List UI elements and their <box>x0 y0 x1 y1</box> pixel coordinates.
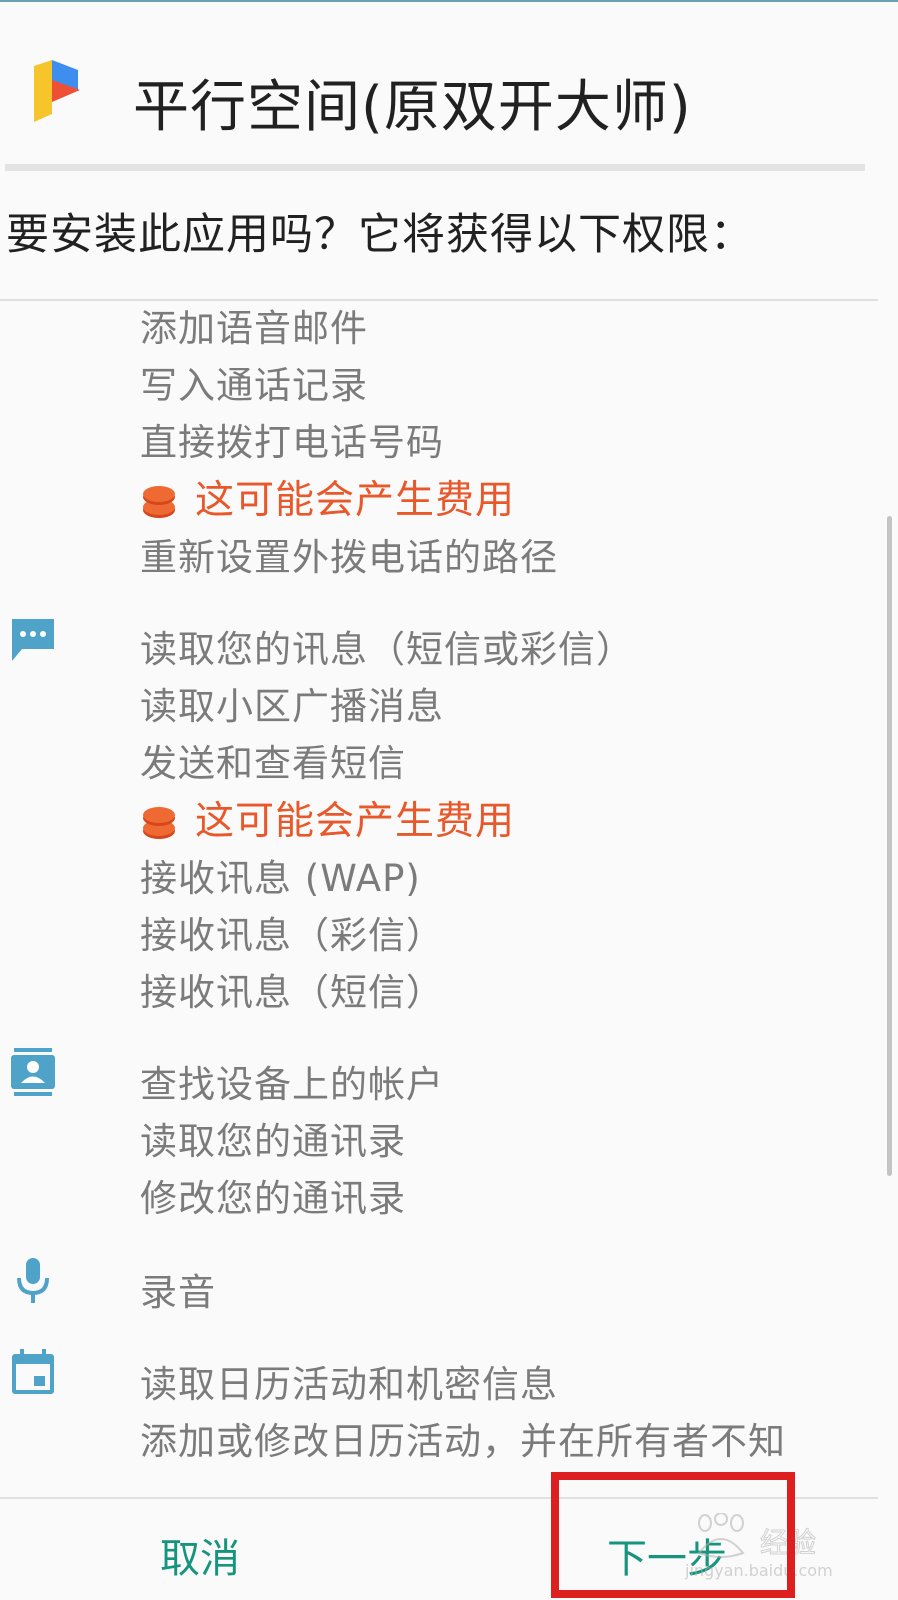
permission-item: 读取您的通讯录 <box>140 1120 406 1163</box>
app-header: 平行空间(原双开大师) <box>0 40 898 170</box>
permission-item: 直接拨打电话号码 <box>140 421 444 464</box>
permission-item: 发送和查看短信 <box>140 742 406 785</box>
app-title: 平行空间(原双开大师) <box>133 75 692 140</box>
coins-icon <box>143 486 175 518</box>
permission-item: 添加或修改日历活动，并在所有者不知 <box>140 1420 786 1463</box>
scrollbar[interactable] <box>887 516 892 1176</box>
permission-item: 接收讯息（短信） <box>140 971 444 1014</box>
message-icon <box>12 619 54 661</box>
permission-item: 录音 <box>140 1271 216 1314</box>
permission-item: 重新设置外拨电话的路径 <box>140 536 558 579</box>
permission-item: 写入通话记录 <box>140 364 368 407</box>
header-divider <box>5 164 865 171</box>
cost-warning-text: 这可能会产生费用 <box>195 799 516 844</box>
permission-item: 读取小区广播消息 <box>140 685 444 728</box>
permission-item: 接收讯息 (WAP) <box>140 857 421 900</box>
permission-item: 接收讯息（彩信） <box>140 914 444 957</box>
install-question: 要安装此应用吗？它将获得以下权限： <box>6 210 754 260</box>
coins-icon <box>143 807 175 839</box>
next-button-highlight <box>551 1472 795 1598</box>
cost-warning-text: 这可能会产生费用 <box>195 478 516 523</box>
permission-list[interactable]: 添加语音邮件 写入通话记录 直接拨打电话号码 这可能会产生费用 重新设置外拨电话… <box>0 301 898 1497</box>
parallel-space-logo-icon <box>34 60 80 122</box>
permission-item: 读取日历活动和机密信息 <box>140 1363 558 1406</box>
top-accent-line <box>0 0 898 2</box>
calendar-icon <box>12 1349 54 1394</box>
permission-item: 读取您的讯息（短信或彩信） <box>140 628 634 671</box>
contacts-icon <box>11 1048 55 1096</box>
cancel-button[interactable]: 取消 <box>160 1526 240 1584</box>
permission-item: 添加语音邮件 <box>140 307 368 350</box>
microphone-icon <box>17 1258 49 1303</box>
permission-item: 查找设备上的帐户 <box>140 1063 444 1106</box>
permission-item: 修改您的通讯录 <box>140 1177 406 1220</box>
